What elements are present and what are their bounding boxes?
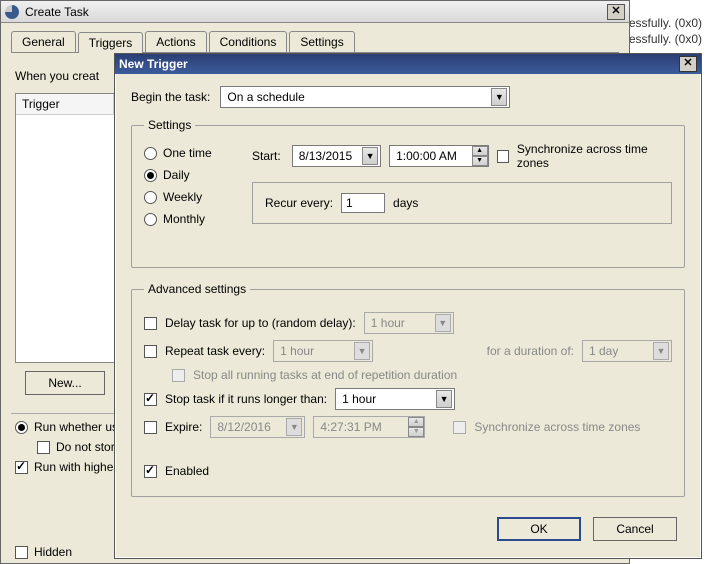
delay-task-checkbox[interactable] [144, 317, 157, 330]
start-date-input[interactable]: 8/13/2015 ▼ [292, 145, 381, 167]
schedule-frequency-radios: One time Daily Weekly Monthly [144, 142, 234, 226]
run-whether-label: Run whether use [34, 420, 125, 434]
do-not-store-label: Do not store [56, 440, 121, 454]
delay-value-select: 1 hour ▼ [364, 312, 454, 334]
recur-label: Recur every: [265, 196, 333, 210]
new-trigger-title: New Trigger [119, 57, 679, 71]
stop-if-longer-label: Stop task if it runs longer than: [165, 392, 327, 406]
radio-weekly[interactable]: Weekly [144, 190, 234, 204]
spin-down-icon: ▼ [408, 427, 424, 437]
duration-value: 1 day [589, 344, 618, 358]
cancel-button[interactable]: Cancel [593, 517, 677, 541]
begin-task-value: On a schedule [227, 90, 304, 104]
new-trigger-button[interactable]: New... [25, 371, 105, 395]
time-spinner: ▲ ▼ [408, 417, 424, 437]
time-spinner[interactable]: ▲ ▼ [472, 146, 488, 166]
bg-status-text-2: essfully. (0x0) [629, 32, 702, 46]
app-icon [5, 5, 19, 19]
trigger-grid[interactable]: Trigger [15, 93, 115, 363]
sync-timezone-label: Synchronize across time zones [517, 142, 672, 170]
duration-label: for a duration of: [487, 344, 574, 358]
spin-up-icon[interactable]: ▲ [472, 146, 488, 156]
radio-daily-label: Daily [163, 168, 190, 182]
start-time-input[interactable]: 1:00:00 AM ▲ ▼ [389, 145, 489, 167]
radio-monthly-label: Monthly [163, 212, 205, 226]
duration-value-select: 1 day ▼ [582, 340, 672, 362]
recur-unit: days [393, 196, 418, 210]
tab-settings[interactable]: Settings [289, 31, 354, 53]
repeat-value: 1 hour [280, 344, 314, 358]
radio-one-time-label: One time [163, 146, 212, 160]
close-icon[interactable]: ✕ [679, 56, 697, 72]
tab-actions[interactable]: Actions [145, 31, 206, 53]
chevron-down-icon: ▼ [653, 342, 669, 360]
do-not-store-checkbox[interactable] [37, 441, 50, 454]
spin-up-icon: ▲ [408, 417, 424, 427]
start-label: Start: [252, 149, 284, 163]
expire-date-input: 8/12/2016 ▼ [210, 416, 305, 438]
chevron-down-icon: ▼ [491, 88, 507, 106]
sync-timezone-checkbox[interactable] [497, 150, 509, 163]
delay-task-label: Delay task for up to (random delay): [165, 316, 356, 330]
run-whether-radio[interactable] [15, 421, 28, 434]
close-icon[interactable]: ✕ [607, 4, 625, 20]
advanced-settings-group: Advanced settings Delay task for up to (… [131, 282, 685, 497]
radio-monthly[interactable]: Monthly [144, 212, 234, 226]
stop-all-checkbox [172, 369, 185, 382]
hidden-checkbox[interactable] [15, 546, 28, 559]
expire-checkbox[interactable] [144, 421, 157, 434]
expire-sync-label: Synchronize across time zones [474, 420, 640, 434]
start-time-value: 1:00:00 AM [396, 149, 457, 163]
advanced-legend: Advanced settings [144, 282, 250, 296]
repeat-value-select: 1 hour ▼ [273, 340, 373, 362]
radio-daily[interactable]: Daily [144, 168, 234, 182]
repeat-task-label: Repeat task every: [165, 344, 265, 358]
expire-time-input: 4:27:31 PM ▲ ▼ [313, 416, 425, 438]
spin-down-icon[interactable]: ▼ [472, 156, 488, 166]
radio-one-time[interactable]: One time [144, 146, 234, 160]
settings-legend: Settings [144, 118, 195, 132]
recur-value-input[interactable]: 1 [341, 193, 385, 213]
chevron-down-icon: ▼ [354, 342, 370, 360]
trigger-grid-header[interactable]: Trigger [16, 94, 114, 115]
begin-task-label: Begin the task: [131, 90, 210, 104]
expire-sync-checkbox [453, 421, 466, 434]
enabled-label: Enabled [165, 464, 209, 478]
start-date-value: 8/13/2015 [299, 149, 352, 163]
chevron-down-icon: ▼ [435, 314, 451, 332]
delay-value: 1 hour [371, 316, 405, 330]
radio-weekly-label: Weekly [163, 190, 202, 204]
expire-date-value: 8/12/2016 [217, 420, 270, 434]
begin-task-select[interactable]: On a schedule ▼ [220, 86, 510, 108]
create-task-tabs: General Triggers Actions Conditions Sett… [1, 23, 629, 53]
create-task-titlebar[interactable]: Create Task ✕ [1, 1, 629, 23]
new-trigger-titlebar[interactable]: New Trigger ✕ [115, 54, 701, 74]
ok-button[interactable]: OK [497, 517, 581, 541]
stop-if-longer-value: 1 hour [342, 392, 376, 406]
run-highest-checkbox[interactable] [15, 461, 28, 474]
create-task-title: Create Task [25, 5, 607, 19]
recur-value: 1 [346, 196, 353, 210]
tab-triggers[interactable]: Triggers [78, 32, 144, 54]
enabled-checkbox[interactable] [144, 465, 157, 478]
expire-label: Expire: [165, 420, 202, 434]
tab-conditions[interactable]: Conditions [209, 31, 288, 53]
recur-box: Recur every: 1 days [252, 182, 672, 224]
tab-general[interactable]: General [11, 31, 76, 53]
stop-all-label: Stop all running tasks at end of repetit… [193, 368, 457, 382]
run-highest-label: Run with highes [34, 460, 119, 474]
chevron-down-icon: ▼ [286, 418, 302, 436]
hidden-label: Hidden [34, 545, 72, 559]
chevron-down-icon: ▼ [436, 390, 452, 408]
new-trigger-window: New Trigger ✕ Begin the task: On a sched… [114, 53, 702, 559]
bg-status-text-1: essfully. (0x0) [629, 16, 702, 30]
stop-if-longer-checkbox[interactable] [144, 393, 157, 406]
chevron-down-icon: ▼ [362, 147, 378, 165]
repeat-task-checkbox[interactable] [144, 345, 157, 358]
expire-time-value: 4:27:31 PM [320, 420, 381, 434]
settings-group: Settings One time Daily Weekly [131, 118, 685, 268]
dialog-buttons: OK Cancel [131, 511, 685, 545]
stop-if-longer-select[interactable]: 1 hour ▼ [335, 388, 455, 410]
